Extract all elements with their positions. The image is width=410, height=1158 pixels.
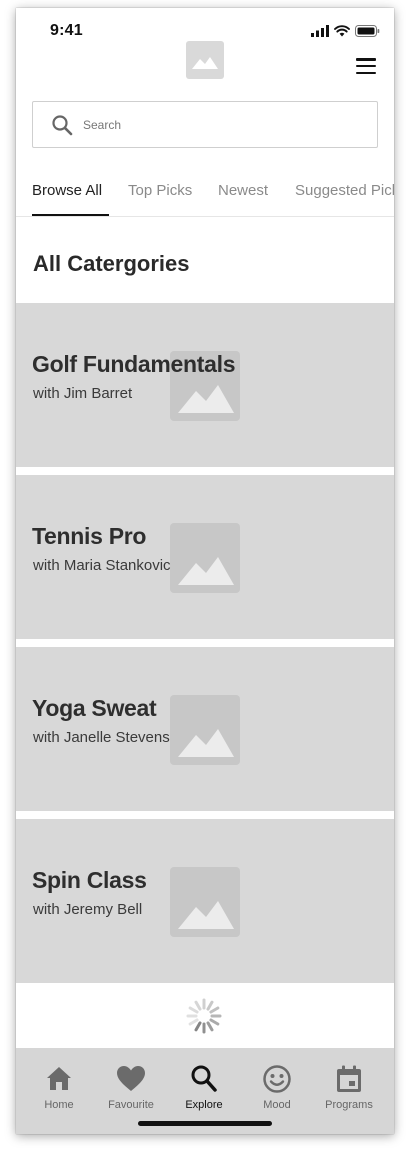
card-title: Yoga Sweat — [32, 695, 157, 721]
nav-item-favourite[interactable]: Favourite — [96, 1064, 166, 1111]
card-subtitle: with Jim Barret — [33, 385, 133, 402]
search-icon — [52, 114, 73, 135]
category-card[interactable]: Yoga Sweat with Janelle Stevens — [16, 647, 394, 811]
category-card[interactable]: Tennis Pro with Maria Stankovic — [16, 475, 394, 639]
heart-icon — [117, 1066, 145, 1091]
nav-label-mood: Mood — [263, 1099, 291, 1111]
card-image-placeholder-icon — [170, 867, 240, 937]
loading-spinner-icon — [186, 998, 222, 1034]
section-title: All Catergories — [33, 251, 190, 276]
hamburger-menu-icon[interactable] — [354, 56, 378, 76]
nav-label-favourite: Favourite — [108, 1099, 154, 1111]
tabs-divider — [16, 216, 394, 217]
nav-item-home[interactable]: Home — [24, 1064, 94, 1111]
card-subtitle: with Maria Stankovic — [33, 557, 171, 574]
card-subtitle: with Janelle Stevens — [33, 729, 170, 746]
category-card[interactable]: Golf Fundamentals with Jim Barret — [16, 303, 394, 467]
card-image-placeholder-icon — [170, 523, 240, 593]
home-icon — [47, 1067, 71, 1090]
card-title: Spin Class — [32, 867, 147, 893]
tab-browse-all[interactable]: Browse All — [32, 182, 102, 199]
signal-icon — [311, 25, 329, 37]
nav-item-explore[interactable]: Explore — [169, 1064, 239, 1111]
status-icons — [311, 25, 380, 37]
battery-icon — [355, 25, 380, 37]
category-card[interactable]: Spin Class with Jeremy Bell — [16, 819, 394, 983]
calendar-icon — [337, 1065, 361, 1092]
nav-label-programs: Programs — [325, 1099, 373, 1111]
tab-top-picks[interactable]: Top Picks — [128, 182, 192, 199]
card-title: Golf Fundamentals — [32, 351, 236, 377]
nav-item-mood[interactable]: Mood — [242, 1064, 312, 1111]
nav-item-programs[interactable]: Programs — [314, 1064, 384, 1111]
search-icon — [191, 1065, 217, 1092]
tab-newest[interactable]: Newest — [218, 182, 268, 199]
nav-label-explore: Explore — [185, 1099, 223, 1111]
card-subtitle: with Jeremy Bell — [33, 901, 143, 918]
category-tabs: Browse All Top Picks Newest Suggested Pi… — [32, 176, 394, 218]
home-indicator[interactable] — [138, 1121, 272, 1126]
card-title: Tennis Pro — [32, 523, 147, 549]
search-input[interactable]: Search — [32, 101, 378, 148]
tab-suggested-picks[interactable]: Suggested Picks — [295, 182, 394, 199]
smiley-icon — [263, 1065, 291, 1093]
phone-screen: 9:41 Search Browse All Top Picks Newest … — [16, 8, 394, 1134]
wifi-icon — [334, 25, 350, 37]
search-placeholder: Search — [83, 117, 122, 132]
nav-label-home: Home — [44, 1099, 74, 1111]
image-placeholder-icon — [186, 41, 224, 79]
status-time: 9:41 — [50, 22, 83, 39]
card-image-placeholder-icon — [170, 695, 240, 765]
